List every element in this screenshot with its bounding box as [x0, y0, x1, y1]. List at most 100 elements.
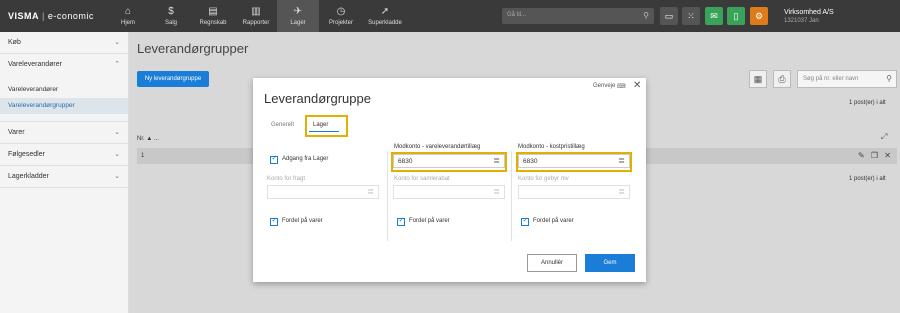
- goto-search-input[interactable]: Gå til... ⚲: [502, 8, 654, 24]
- field-value: 6830: [523, 158, 538, 165]
- sidebar-subitem-label: Vareleverandørgrupper: [8, 102, 75, 109]
- post-count: 1 post(er) i alt: [849, 176, 886, 182]
- nav-label: Salg: [164, 20, 177, 26]
- cost-surcharge-account-field[interactable]: 6830 ≣: [518, 154, 630, 168]
- plane-icon: ✈: [293, 6, 303, 17]
- top-navigation-bar: VISMA | e-conomic ⌂ Hjem $ Salg ▤ Regnskab…: [0, 0, 900, 32]
- nav-label: Projekter: [328, 20, 353, 26]
- bar-chart-icon: ▥: [251, 6, 261, 17]
- inbox-icon[interactable]: ▭: [660, 7, 678, 25]
- distribute-checkbox[interactable]: [270, 216, 278, 226]
- column-divider: [387, 151, 388, 241]
- list-icon[interactable]: ≣: [493, 187, 500, 196]
- keyboard-icon[interactable]: ⌨: [617, 83, 626, 90]
- search-icon: ⚲: [886, 74, 892, 83]
- search-icon: ⚲: [643, 11, 649, 20]
- expand-icon[interactable]: ⤢: [881, 132, 887, 142]
- chevron-up-icon: ⌃: [114, 61, 120, 68]
- chevron-down-icon: ⌄: [114, 173, 120, 180]
- sidebar-item-lagerkladder[interactable]: Lagerkladder ⌄: [0, 166, 128, 188]
- sidebar-item-label: Følgesedler: [8, 151, 45, 158]
- sidebar-item-vareleverandorer[interactable]: Vareleverandører ⌃: [0, 54, 128, 76]
- distribute-checkbox[interactable]: [521, 216, 529, 226]
- rocket-icon: ➚: [380, 6, 390, 17]
- supplier-group-dialog: Leverandørgruppe Genveje ⌨ ✕ Generelt La…: [253, 78, 646, 282]
- checkbox-label: Adgang fra Lager: [282, 156, 329, 162]
- app-logo[interactable]: VISMA | e-conomic: [8, 11, 94, 21]
- list-icon[interactable]: ≣: [618, 187, 625, 196]
- shortcuts-link[interactable]: Genveje: [593, 83, 615, 89]
- active-tab-indicator: [309, 131, 339, 132]
- nav-label: Hjem: [120, 20, 135, 26]
- logo-brand: VISMA: [8, 11, 40, 21]
- table-view-icon[interactable]: ▦: [749, 70, 767, 88]
- sidebar-subitem-label: Vareleverandører: [8, 86, 59, 93]
- field-label: Modkonto - kostpristillæg: [518, 144, 585, 150]
- clock-icon: ◷: [336, 6, 346, 17]
- edit-icon[interactable]: ✎: [858, 151, 865, 160]
- close-icon[interactable]: ✕: [633, 80, 641, 91]
- list-icon[interactable]: ≣: [367, 187, 374, 196]
- list-icon[interactable]: ≣: [618, 156, 625, 165]
- volume-discount-account-field[interactable]: ≣: [393, 185, 505, 199]
- nav-item-hjem[interactable]: ⌂ Hjem: [107, 0, 149, 32]
- sidebar-subitem-vareleverandorgrupper[interactable]: Vareleverandørgrupper: [0, 98, 128, 114]
- distribute-checkbox[interactable]: [397, 216, 405, 226]
- cancel-button[interactable]: Annullér: [527, 254, 577, 272]
- row-number: 1: [141, 153, 145, 159]
- sidebar-item-label: Lagerkladder: [8, 173, 49, 180]
- sidebar-item-folgesedler[interactable]: Følgesedler ⌄: [0, 144, 128, 166]
- list-search-input[interactable]: Søg på nr. eller navn ⚲: [797, 70, 897, 88]
- company-name: Virksomhed A/S: [784, 9, 834, 16]
- table-header[interactable]: Nr. ▲ ...: [137, 136, 159, 142]
- logo-product: e-conomic: [47, 11, 94, 21]
- apps-icon[interactable]: ⁙: [682, 7, 700, 25]
- field-label: Konto for gebyr mv: [518, 176, 569, 182]
- nav-item-lager[interactable]: ✈ Lager: [277, 0, 319, 32]
- chevron-down-icon: ⌄: [114, 39, 120, 46]
- gear-icon[interactable]: ⚙: [750, 7, 768, 25]
- sidebar-item-kob[interactable]: Køb ⌄: [0, 32, 128, 54]
- nav-item-rapporter[interactable]: ▥ Rapporter: [235, 0, 277, 32]
- dollar-icon: $: [168, 6, 174, 17]
- sidebar-item-label: Køb: [8, 39, 21, 46]
- new-supplier-group-button[interactable]: Ny leverandørgruppe: [137, 71, 209, 87]
- ledger-icon: ▤: [208, 6, 218, 17]
- nav-label: Lager: [290, 20, 306, 26]
- save-button[interactable]: Gem: [585, 254, 635, 272]
- field-label: Konto for samlerabat: [394, 176, 450, 182]
- nav-item-projekter[interactable]: ◷ Projekter: [320, 0, 362, 32]
- column-divider: [511, 151, 512, 241]
- print-icon[interactable]: ⎙: [773, 70, 791, 88]
- tab-generelt[interactable]: Generelt: [271, 122, 294, 128]
- sidebar-subitem-vareleverandorer[interactable]: Vareleverandører: [0, 82, 128, 98]
- freight-account-field[interactable]: ≣: [267, 185, 379, 199]
- chat-icon[interactable]: ✉: [705, 7, 723, 25]
- company-info[interactable]: Virksomhed A/S 1321037 Jan: [784, 8, 834, 26]
- copy-icon[interactable]: ❐: [871, 151, 878, 160]
- fee-account-field[interactable]: ≣: [518, 185, 630, 199]
- sidebar: Køb ⌄ Vareleverandører ⌃ Vareleverandøre…: [0, 32, 129, 313]
- nav-label: Regnskab: [199, 20, 227, 26]
- access-from-stock-checkbox[interactable]: [270, 154, 278, 164]
- book-icon[interactable]: ▯: [727, 7, 745, 25]
- field-label: Konto for fragt: [267, 176, 306, 182]
- row-actions: ✎ ❐ ✕: [858, 148, 891, 164]
- nav-item-superkladde[interactable]: ➚ Superkladde: [362, 0, 408, 32]
- delete-icon[interactable]: ✕: [884, 151, 891, 160]
- sidebar-item-varer[interactable]: Varer ⌄: [0, 122, 128, 144]
- chevron-down-icon: ⌄: [114, 129, 120, 136]
- page-title: Leverandørgrupper: [137, 41, 249, 56]
- sidebar-item-label: Varer: [8, 129, 25, 136]
- nav-item-salg[interactable]: $ Salg: [150, 0, 192, 32]
- nav-label: Rapporter: [242, 20, 270, 26]
- dialog-title: Leverandørgruppe: [264, 91, 371, 106]
- checkbox-label: Fordel på varer: [533, 218, 574, 224]
- field-label: Modkonto - vareleverandørtillæg: [394, 144, 481, 150]
- nav-item-regnskab[interactable]: ▤ Regnskab: [192, 0, 234, 32]
- home-icon: ⌂: [124, 6, 132, 17]
- supplier-surcharge-account-field[interactable]: 6830 ≣: [393, 154, 505, 168]
- checkbox-label: Fordel på varer: [282, 218, 323, 224]
- chevron-down-icon: ⌄: [114, 151, 120, 158]
- list-icon[interactable]: ≣: [493, 156, 500, 165]
